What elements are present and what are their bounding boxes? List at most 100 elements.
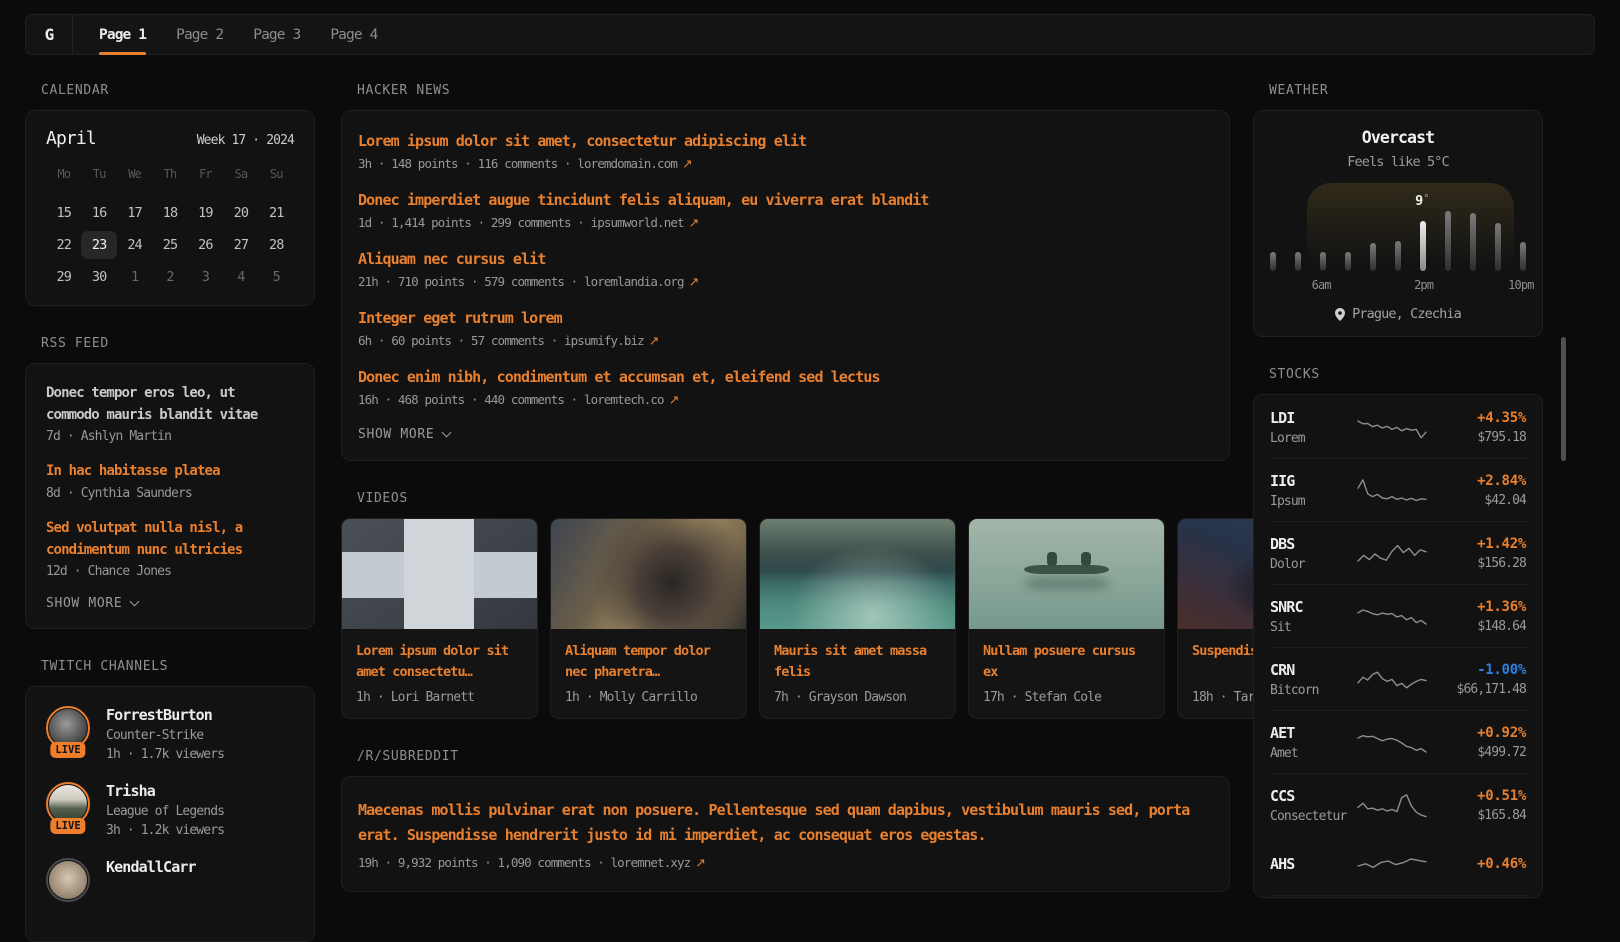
hackernews-item-title[interactable]: Aliquam nec cursus elit [358,250,1213,268]
stock-change: +4.35% [1430,410,1526,426]
rss-show-more-label: SHOW MORE [46,596,122,611]
page-tab[interactable]: Page 4 [330,15,377,54]
video-card-body: Nullam posuere cursus ex 17h · Stefan Co… [969,629,1164,718]
external-link-icon[interactable]: ↗ [695,855,705,870]
stock-row[interactable]: CCS Consectetur +0.51% $165.84 [1270,774,1526,836]
stock-price: $156.28 [1430,556,1526,571]
rss-show-more-button[interactable]: SHOW MORE [46,596,294,611]
calendar-day[interactable]: 25 [152,231,187,259]
calendar-weekday: Th [152,163,187,185]
hackernews-item-meta: 3h · 148 points · 116 comments · loremdo… [358,156,1213,171]
twitch-avatar: LIVE [46,706,90,750]
calendar-day[interactable]: 23 [81,231,116,259]
calendar-day[interactable]: 22 [46,231,81,259]
twitch-channel-row[interactable]: KendallCarr [46,858,294,902]
stock-ticker: SNRC [1270,598,1354,616]
twitch-channel-row[interactable]: LIVE ForrestBurton Counter-Strike 1h · 1… [46,706,294,762]
calendar-week-year: Week 17 · 2024 [197,133,294,148]
hackernews-item-title[interactable]: Donec enim nibh, condimentum et accumsan… [358,368,1213,386]
video-card[interactable]: Lorem ipsum dolor sit amet consectetu… 1… [341,518,538,719]
calendar-day[interactable]: 19 [188,199,223,227]
stock-sparkline [1356,663,1428,697]
page-tab[interactable]: Page 1 [99,15,146,54]
stock-row[interactable]: LDI Lorem +4.35% $795.18 [1270,396,1526,459]
live-badge: LIVE [50,818,85,834]
calendar-day[interactable]: 26 [188,231,223,259]
app-logo[interactable]: G [26,15,73,54]
twitch-avatar: LIVE [46,782,90,826]
external-link-icon[interactable]: ↗ [682,156,692,171]
stock-ticker: CRN [1270,661,1354,679]
stock-price: $42.04 [1430,493,1526,508]
stock-row[interactable]: AHS +0.46% [1270,836,1526,896]
video-card[interactable]: Nullam posuere cursus ex 17h · Stefan Co… [968,518,1165,719]
hackernews-item-meta-text: 16h · 468 points · 440 comments · loremt… [358,392,664,407]
video-thumbnail [969,519,1164,629]
twitch-channel-viewers: 1h · 1.7k viewers [106,747,224,762]
stock-values: -1.00% $66,171.48 [1430,662,1526,697]
calendar-day[interactable]: 21 [259,199,294,227]
calendar-weekday: We [117,163,152,185]
calendar-day[interactable]: 27 [223,231,258,259]
calendar-day[interactable]: 15 [46,199,81,227]
calendar-day[interactable]: 1 [117,263,152,291]
calendar-day[interactable]: 17 [117,199,152,227]
stock-change: +0.51% [1430,788,1526,804]
video-card[interactable]: Aliquam tempor dolor nec pharetra… 1h · … [550,518,747,719]
stock-row[interactable]: AET Amet +0.92% $499.72 [1270,711,1526,774]
weather-widget: Overcast Feels like 5°C 9° 6am2pm10pm Pr… [1253,110,1543,337]
weather-location: Prague, Czechia [1254,306,1542,322]
hackernews-item-meta: 1d · 1,414 points · 299 comments · ipsum… [358,215,1213,230]
weather-hour-bar [1320,252,1326,271]
page-tab[interactable]: Page 2 [176,15,223,54]
stock-values: +4.35% $795.18 [1430,410,1526,445]
calendar-day[interactable]: 4 [223,263,258,291]
external-link-icon[interactable]: ↗ [689,274,699,289]
calendar-day[interactable]: 2 [152,263,187,291]
stock-row[interactable]: CRN Bitcorn -1.00% $66,171.48 [1270,648,1526,711]
page-scrollbar-thumb[interactable] [1561,337,1566,461]
calendar-day[interactable]: 24 [117,231,152,259]
stock-change: +1.36% [1430,599,1526,615]
external-link-icon[interactable]: ↗ [669,392,679,407]
page-tab-label: Page 3 [253,27,300,43]
stock-values: +0.46% [1430,856,1526,876]
calendar-day[interactable]: 18 [152,199,187,227]
calendar-day[interactable]: 20 [223,199,258,227]
twitch-channel-row[interactable]: LIVE Trisha League of Legends 3h · 1.2k … [46,782,294,838]
twitch-section-label: TWITCH CHANNELS [41,659,315,674]
calendar-day[interactable]: 29 [46,263,81,291]
twitch-channel-info: Trisha League of Legends 3h · 1.2k viewe… [106,782,224,838]
rss-item-meta: 12d · Chance Jones [46,564,294,579]
video-card[interactable]: Mauris sit amet massa felis 7h · Grayson… [759,518,956,719]
calendar-day[interactable]: 16 [81,199,116,227]
video-card[interactable]: Suspendisse diam 18h · Tara [1177,518,1256,719]
hackernews-show-more-button[interactable]: SHOW MORE [358,427,1213,442]
rss-item-title[interactable]: In hac habitasse platea [46,461,294,483]
stock-ticker: CCS [1270,787,1354,805]
external-link-icon[interactable]: ↗ [649,333,659,348]
hackernews-item-title[interactable]: Donec imperdiet augue tincidunt felis al… [358,191,1213,209]
hackernews-item-title[interactable]: Lorem ipsum dolor sit amet, consectetur … [358,132,1213,150]
calendar-day[interactable]: 3 [188,263,223,291]
stock-row[interactable]: SNRC Sit +1.36% $148.64 [1270,585,1526,648]
twitch-channel-name: Trisha [106,782,224,800]
calendar-day[interactable]: 28 [259,231,294,259]
stock-row[interactable]: DBS Dolor +1.42% $156.28 [1270,522,1526,585]
rss-item-title[interactable]: Donec tempor eros leo, ut commodo mauris… [46,383,294,426]
weather-condition: Overcast [1254,128,1542,147]
stock-ticker: AET [1270,724,1354,742]
hackernews-item-title[interactable]: Integer eget rutrum lorem [358,309,1213,327]
rss-item-meta: 8d · Cynthia Saunders [46,486,294,501]
page-tab[interactable]: Page 3 [253,15,300,54]
stock-ticker: IIG [1270,472,1354,490]
stock-row[interactable]: IIG Ipsum +2.84% $42.04 [1270,459,1526,522]
external-link-icon[interactable]: ↗ [689,215,699,230]
stock-price: $795.18 [1430,430,1526,445]
calendar-day[interactable]: 30 [81,263,116,291]
rss-item-title[interactable]: Sed volutpat nulla nisl, a condimentum n… [46,518,294,561]
hackernews-item-meta: 6h · 60 points · 57 comments · ipsumify.… [358,333,1213,348]
rss-item: Sed volutpat nulla nisl, a condimentum n… [46,518,294,579]
calendar-day[interactable]: 5 [259,263,294,291]
subreddit-post-title[interactable]: Maecenas mollis pulvinar erat non posuer… [358,798,1213,848]
